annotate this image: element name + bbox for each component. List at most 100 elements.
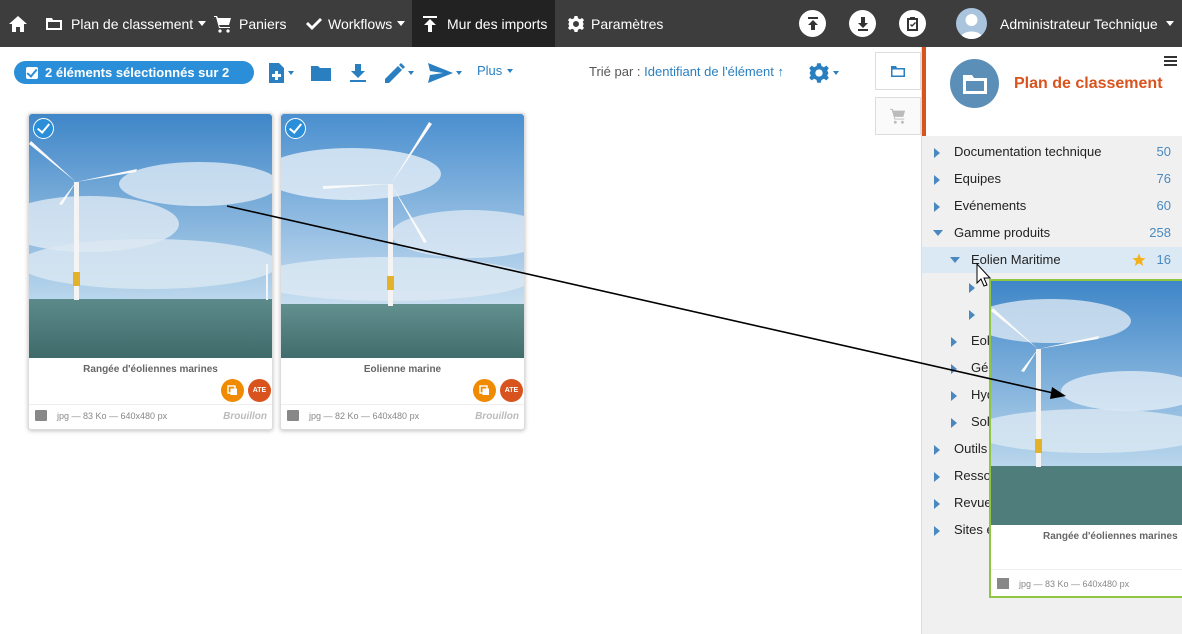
send-icon xyxy=(428,63,453,83)
nav-parametres[interactable]: Paramètres xyxy=(567,0,663,47)
tree-item-label: Resso xyxy=(954,468,991,483)
download-button[interactable] xyxy=(849,10,876,37)
workflow-badge[interactable]: ATE xyxy=(248,379,271,402)
nav-paniers[interactable]: Paniers xyxy=(213,0,286,47)
chevron-down-icon xyxy=(507,68,514,73)
tree-item-count: 50 xyxy=(1156,144,1171,159)
copy-badge-icon[interactable] xyxy=(473,379,496,402)
chevron-down-icon xyxy=(198,21,207,26)
status-badge: Brouillon xyxy=(475,411,519,422)
more-label: Plus xyxy=(477,63,503,78)
element-card[interactable]: Rangée d'éoliennes marines ATE jpg — 83 … xyxy=(28,113,273,430)
chevron-right-icon[interactable] xyxy=(934,202,940,212)
workflow-badge[interactable]: ATE xyxy=(500,379,523,402)
sort-control[interactable]: Trié par : Identifiant de l'élément ↑ xyxy=(589,64,784,79)
chevron-right-icon[interactable] xyxy=(951,391,957,401)
more-actions-button[interactable]: Plus xyxy=(477,63,514,78)
clipboard-button[interactable] xyxy=(899,10,926,37)
chevron-right-icon[interactable] xyxy=(951,418,957,428)
chevron-right-icon[interactable] xyxy=(951,364,957,374)
wind-turbine-image xyxy=(29,114,272,358)
display-settings-button[interactable] xyxy=(808,60,839,86)
drag-preview-title: Rangée d'éoliennes marines xyxy=(1043,531,1178,542)
hamburger-menu-icon[interactable] xyxy=(1164,56,1177,68)
edit-button[interactable] xyxy=(384,60,414,86)
drag-preview-meta: jpg — 83 Ko — 640x480 px xyxy=(997,578,1129,589)
classify-folder-button[interactable] xyxy=(310,60,332,86)
chevron-right-icon[interactable] xyxy=(969,283,975,293)
drag-preview-meta-text: jpg — 83 Ko — 640x480 px xyxy=(1019,578,1130,589)
upload-icon xyxy=(423,15,437,32)
selected-checkbox[interactable] xyxy=(285,118,306,139)
home-icon xyxy=(9,15,27,32)
card-thumbnail[interactable] xyxy=(29,114,272,358)
panel-title: Plan de classement xyxy=(1014,75,1163,92)
sort-value[interactable]: Identifiant de l'élément ↑ xyxy=(644,64,784,79)
copy-badge-icon[interactable] xyxy=(221,379,244,402)
image-icon xyxy=(287,410,299,421)
tree-item-label: Equipes xyxy=(954,171,1001,186)
nav-mur-des-imports[interactable]: Mur des imports xyxy=(412,0,555,47)
nav-workflows[interactable]: Workflows xyxy=(305,0,406,47)
card-title: Eolienne marine xyxy=(363,364,442,375)
chevron-right-icon[interactable] xyxy=(934,526,940,536)
tree-item[interactable]: Gamme produits 258 xyxy=(922,220,1182,246)
folder-icon xyxy=(950,59,999,108)
chevron-down-icon[interactable] xyxy=(933,230,943,236)
tree-item-eolien-maritime[interactable]: Eolien Maritime 16 xyxy=(922,247,1182,273)
tree-item-label: Eolien Maritime xyxy=(971,252,1061,267)
tree-item[interactable]: Documentation technique 50 xyxy=(922,139,1182,165)
card-divider xyxy=(29,404,272,405)
star-icon[interactable] xyxy=(1132,253,1146,267)
chevron-right-icon[interactable] xyxy=(969,310,975,320)
chevron-down-icon xyxy=(288,71,294,75)
card-meta: jpg — 82 Ko — 640x480 px xyxy=(287,410,419,421)
folder-icon xyxy=(46,18,62,30)
nav-plan-de-classement[interactable]: Plan de classement xyxy=(45,0,207,47)
clipboard-icon xyxy=(907,17,918,31)
chevron-down-icon xyxy=(408,71,414,75)
user-menu[interactable]: Administrateur Technique xyxy=(1000,0,1174,47)
tree-item-label: Outils xyxy=(954,441,988,456)
new-element-button[interactable] xyxy=(268,60,294,86)
card-meta-text: jpg — 82 Ko — 640x480 px xyxy=(309,410,420,421)
nav-label: Plan de classement xyxy=(71,15,194,32)
chevron-right-icon[interactable] xyxy=(951,337,957,347)
drag-preview-card: Rangée d'éoliennes marines jpg — 83 Ko —… xyxy=(989,279,1182,598)
tab-plan-de-classement[interactable] xyxy=(875,52,921,90)
drag-preview-divider xyxy=(991,569,1182,570)
folder-icon xyxy=(311,66,331,81)
avatar[interactable] xyxy=(956,8,987,39)
element-card[interactable]: Eolienne marine ATE jpg — 82 Ko — 640x48… xyxy=(280,113,525,430)
tree-item[interactable]: Equipes 76 xyxy=(922,166,1182,192)
selected-checkbox[interactable] xyxy=(33,118,54,139)
tree-item-count: 60 xyxy=(1156,198,1171,213)
tree-item-count: 258 xyxy=(1149,225,1171,240)
chevron-right-icon[interactable] xyxy=(934,445,940,455)
upload-button[interactable] xyxy=(799,10,826,37)
download-icon xyxy=(857,16,868,31)
chevron-down-icon xyxy=(456,71,462,75)
selection-toggle-button[interactable]: 2 éléments sélectionnés sur 2 xyxy=(14,61,254,84)
chevron-right-icon[interactable] xyxy=(934,472,940,482)
chevron-down-icon[interactable] xyxy=(950,257,960,263)
chevron-down-icon xyxy=(833,71,839,75)
tab-paniers[interactable] xyxy=(875,97,921,135)
drag-preview-thumbnail xyxy=(991,281,1182,525)
nav-label: Workflows xyxy=(328,15,393,32)
chevron-right-icon[interactable] xyxy=(934,499,940,509)
home-button[interactable] xyxy=(8,0,28,47)
send-button[interactable] xyxy=(428,60,462,86)
chevron-right-icon[interactable] xyxy=(934,148,940,158)
chevron-right-icon[interactable] xyxy=(934,175,940,185)
top-navigation-bar: Plan de classement Paniers Workflows Mur… xyxy=(0,0,1182,47)
status-badge: Brouillon xyxy=(223,411,267,422)
tree-item-label: Sol xyxy=(971,414,990,429)
card-thumbnail[interactable] xyxy=(281,114,524,358)
wind-turbine-image xyxy=(281,114,524,358)
user-icon xyxy=(960,14,983,39)
nav-label: Paniers xyxy=(239,15,287,32)
nav-label: Paramètres xyxy=(591,15,664,32)
tree-item[interactable]: Evénements 60 xyxy=(922,193,1182,219)
download-button[interactable] xyxy=(349,60,367,86)
